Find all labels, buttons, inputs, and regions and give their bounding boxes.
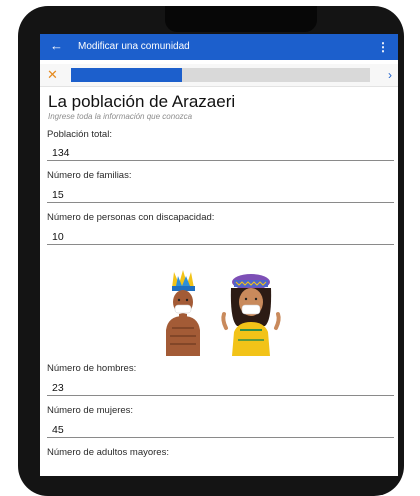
input-hombres[interactable]: 23 — [52, 382, 64, 395]
app-screen: ← Modificar una comunidad ⋮ ✕ › La pobla… — [40, 34, 398, 476]
app-bar-title: Modificar una comunidad — [78, 41, 190, 52]
input-underline — [47, 160, 394, 161]
chevron-right-icon[interactable]: › — [388, 67, 392, 83]
indigenous-people-illustration — [166, 270, 281, 356]
app-bar: ← Modificar una comunidad ⋮ — [40, 34, 398, 60]
field-label-mujeres: Número de mujeres: — [47, 405, 134, 416]
input-familias[interactable]: 15 — [52, 189, 64, 202]
progress-row: ✕ › — [40, 64, 398, 87]
input-underline — [47, 437, 394, 438]
field-label-familias: Número de familias: — [47, 170, 132, 181]
input-underline — [47, 202, 394, 203]
input-underline — [47, 244, 394, 245]
camera-notch — [165, 6, 317, 32]
close-icon[interactable]: ✕ — [47, 67, 58, 83]
field-label-discapacidad: Número de personas con discapacidad: — [47, 212, 215, 223]
field-label-adultos-mayores: Número de adultos mayores: — [47, 447, 169, 458]
field-label-poblacion-total: Población total: — [47, 129, 112, 140]
input-discapacidad[interactable]: 10 — [52, 231, 64, 244]
input-underline — [47, 395, 394, 396]
input-mujeres[interactable]: 45 — [52, 424, 64, 437]
field-label-hombres: Número de hombres: — [47, 363, 137, 374]
more-vertical-icon[interactable]: ⋮ — [377, 40, 389, 54]
page-subtitle: Ingrese toda la información que conozca — [48, 112, 193, 121]
progress-bar — [71, 68, 370, 82]
progress-bar-fill — [71, 68, 182, 82]
input-poblacion-total[interactable]: 134 — [52, 147, 70, 160]
arrow-left-icon[interactable]: ← — [50, 38, 63, 54]
page-title: La población de Arazaeri — [48, 92, 236, 111]
